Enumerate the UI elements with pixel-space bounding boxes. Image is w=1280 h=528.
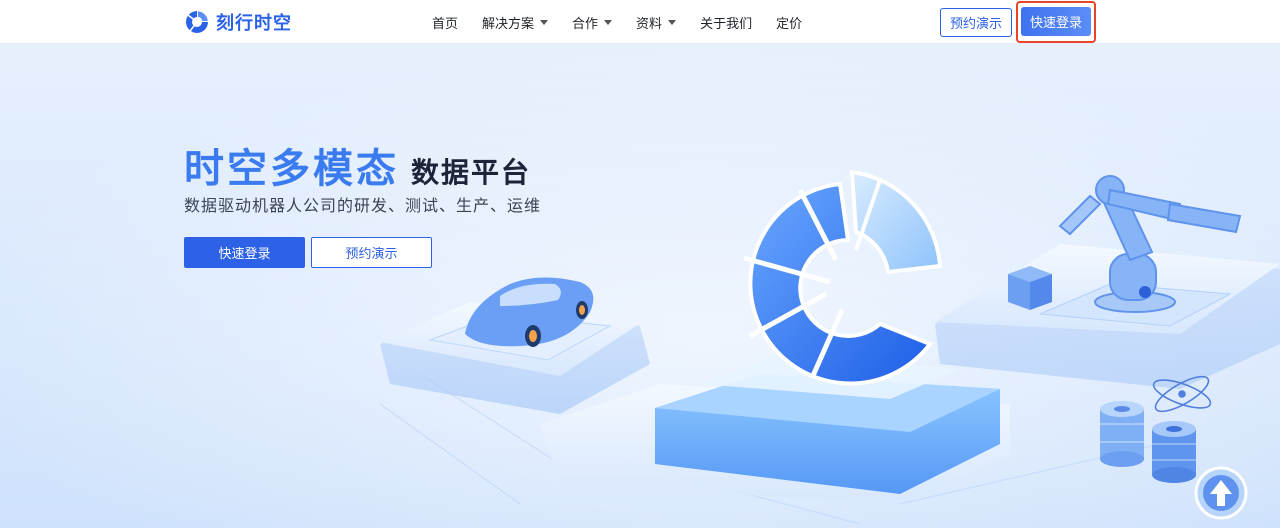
nav-item-label: 首页 <box>432 16 459 32</box>
hero-demo-button[interactable]: 预约演示 <box>311 237 432 268</box>
main-nav: 首页 解决方案 合作 资料 关于我们 定价 <box>432 0 802 44</box>
hero-title: 时空多模态 数据平台 <box>184 136 531 194</box>
nav-item-about[interactable]: 关于我们 <box>700 13 752 32</box>
caret-down-icon <box>668 19 677 25</box>
nav-item-pricing[interactable]: 定价 <box>776 13 802 32</box>
caret-down-icon <box>540 19 549 25</box>
nav-item-label: 资料 <box>636 16 663 32</box>
nav-item-label: 关于我们 <box>700 16 753 32</box>
nav-item-partners[interactable]: 合作 <box>572 13 613 32</box>
nav-item-label: 解决方案 <box>482 16 535 32</box>
brand-name: 刻行时空 <box>216 13 292 34</box>
nav-item-resources[interactable]: 资料 <box>636 13 677 32</box>
hero-illustration <box>0 44 1280 528</box>
hero-login-button[interactable]: 快速登录 <box>184 237 305 268</box>
upload-arrow-icon <box>1194 466 1248 520</box>
brand-logo[interactable]: 刻行时空 <box>184 9 292 35</box>
nav-item-solutions[interactable]: 解决方案 <box>482 13 549 32</box>
box-icon <box>1008 266 1052 310</box>
top-header: 刻行时空 首页 解决方案 合作 资料 关于我们 定价 预约演示 快速登录 <box>0 0 1280 44</box>
hero-tagline: 数据驱动机器人公司的研发、测试、生产、运维 <box>184 196 542 215</box>
brand-c-logo-icon <box>186 11 208 33</box>
nav-item-home[interactable]: 首页 <box>432 13 458 32</box>
hero-title-sub: 数据平台 <box>411 156 532 189</box>
book-demo-button[interactable]: 预约演示 <box>940 8 1012 37</box>
hero-title-main: 时空多模态 <box>184 146 399 192</box>
hero-section: 时空多模态 数据平台 数据驱动机器人公司的研发、测试、生产、运维 快速登录 预约… <box>0 44 1280 528</box>
nav-item-label: 定价 <box>776 16 803 32</box>
caret-down-icon <box>604 19 613 25</box>
quick-login-button[interactable]: 快速登录 <box>1021 7 1091 36</box>
nav-item-label: 合作 <box>572 16 599 32</box>
